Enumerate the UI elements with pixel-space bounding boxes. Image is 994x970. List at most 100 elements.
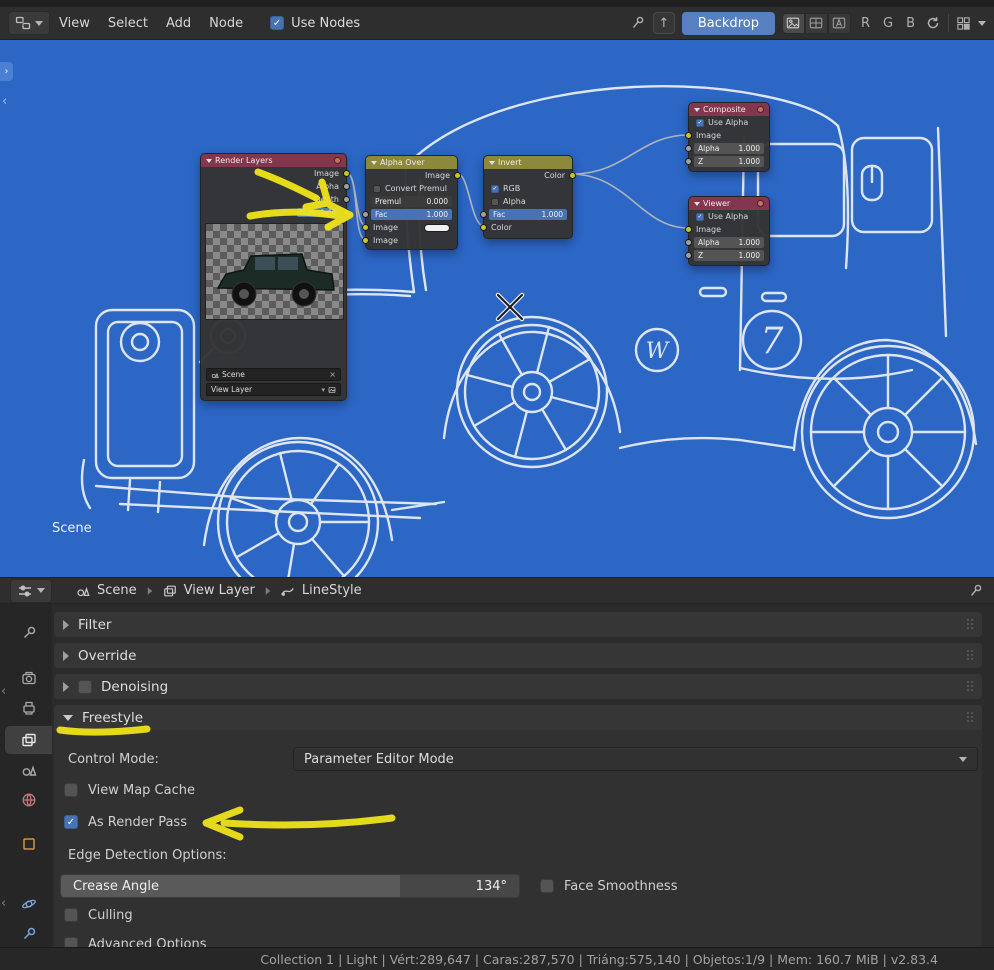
node-header[interactable]: Composite [689, 103, 769, 116]
image-color-alpha-icon[interactable] [805, 13, 828, 34]
z-slider[interactable]: Z 1.000 [689, 155, 769, 168]
fac-slider[interactable]: Fac 1.000 [366, 208, 457, 221]
render-icon[interactable] [334, 157, 341, 164]
toolbar-toggle-tab[interactable]: › [0, 62, 13, 81]
tab-world[interactable] [5, 786, 52, 814]
as-render-pass-row[interactable]: ✓ As Render Pass [64, 812, 187, 832]
region-collapse-arrow[interactable]: ‹ [1, 684, 6, 699]
panel-grip-icon[interactable] [967, 650, 974, 661]
editor-type-dropdown[interactable] [10, 579, 52, 603]
tab-scene[interactable] [5, 756, 52, 784]
close-icon[interactable]: × [329, 370, 336, 379]
socket-z-in[interactable] [685, 158, 692, 165]
panel-freestyle[interactable]: Freestyle [54, 705, 982, 730]
tab-object[interactable] [5, 830, 52, 858]
breadcrumb-scene[interactable]: Scene [76, 583, 137, 598]
socket-alpha-in[interactable] [685, 239, 692, 246]
socket-color-in[interactable] [480, 224, 487, 231]
tab-tool[interactable] [5, 619, 52, 647]
socket-color-out[interactable] [569, 172, 576, 179]
image-alpha-icon[interactable] [828, 13, 851, 34]
backdrop-button[interactable]: Backdrop [682, 12, 775, 35]
tab-physics[interactable] [5, 890, 52, 918]
culling-row[interactable]: Culling [64, 905, 133, 925]
region-collapse-arrow[interactable]: ‹ [1, 896, 6, 911]
menu-node[interactable]: Node [200, 12, 252, 35]
premul-slider[interactable]: Premul 0.000 [366, 195, 457, 208]
socket-image-in[interactable] [362, 224, 369, 231]
compositor-canvas[interactable]: W 7 › [0, 40, 994, 577]
view-map-cache-row[interactable]: View Map Cache [64, 780, 195, 800]
menu-select[interactable]: Select [99, 12, 157, 35]
breadcrumb-view-layer[interactable]: View Layer [163, 583, 255, 598]
editor-type-dropdown[interactable] [8, 11, 50, 35]
face-smoothness-checkbox[interactable] [540, 879, 554, 893]
socket-depth-out[interactable] [343, 196, 350, 203]
pin-icon[interactable] [630, 15, 646, 31]
node-invert[interactable]: Invert Color ✓ RGB Alpha Fac 1.000 [483, 155, 573, 239]
tab-render[interactable] [5, 664, 52, 692]
render-icon[interactable] [757, 106, 764, 113]
node-render-layers[interactable]: Render Layers Image Alpha Depth Freestyl… [200, 153, 347, 401]
tab-constraints[interactable] [5, 920, 52, 948]
panel-grip-icon[interactable] [967, 619, 974, 630]
node-alpha-over[interactable]: Alpha Over Image Convert Premul Premul 0… [365, 155, 458, 250]
node-header[interactable]: Alpha Over [366, 156, 457, 169]
rgb-checkbox[interactable]: ✓ RGB [484, 182, 572, 195]
fac-slider[interactable]: Fac 1.000 [484, 208, 572, 221]
use-nodes-checkbox[interactable]: ✓ Use Nodes [270, 16, 360, 31]
node-viewer[interactable]: Viewer ✓ Use Alpha Image Alpha 1.000 [688, 196, 770, 266]
socket-image-out[interactable] [343, 170, 350, 177]
convert-premul-checkbox[interactable]: Convert Premul [366, 182, 457, 195]
socket-image-in[interactable] [685, 226, 692, 233]
control-mode-dropdown[interactable]: Parameter Editor Mode [293, 747, 978, 771]
socket-fac-in[interactable] [362, 211, 369, 218]
socket-image-in[interactable] [362, 237, 369, 244]
tab-view-layer[interactable] [5, 726, 52, 754]
socket-alpha-out[interactable] [343, 183, 350, 190]
collapse-icon[interactable] [206, 159, 212, 163]
socket-z-in[interactable] [685, 252, 692, 259]
as-render-pass-checkbox[interactable]: ✓ [64, 815, 78, 829]
socket-image-out[interactable] [454, 172, 461, 179]
alpha-slider[interactable]: Alpha 1.000 [689, 236, 769, 249]
crease-angle-slider[interactable]: Crease Angle 134° [60, 874, 520, 898]
z-slider[interactable]: Z 1.000 [689, 249, 769, 262]
culling-checkbox[interactable] [64, 908, 78, 922]
node-header[interactable]: Invert [484, 156, 572, 169]
advanced-options-checkbox[interactable] [64, 937, 78, 947]
view-layer-selector[interactable]: View Layer ▾ [206, 383, 341, 396]
pin-icon[interactable] [968, 583, 984, 599]
tab-output[interactable] [5, 694, 52, 722]
image-color-icon[interactable] [782, 13, 805, 34]
use-alpha-checkbox[interactable]: ✓ Use Alpha [689, 210, 769, 223]
collapse-icon[interactable] [371, 161, 377, 165]
channel-g-button[interactable]: G [880, 14, 896, 33]
scene-selector[interactable]: Scene × [206, 368, 341, 381]
denoising-checkbox[interactable] [78, 680, 92, 694]
panel-override[interactable]: Override [54, 643, 982, 668]
refresh-icon[interactable] [925, 15, 941, 31]
socket-freestyle-out[interactable] [343, 209, 350, 216]
collapse-icon[interactable] [694, 202, 700, 206]
chevron-down-icon[interactable] [978, 21, 986, 26]
socket-alpha-in[interactable] [685, 145, 692, 152]
socket-image-in[interactable] [685, 132, 692, 139]
snap-grid-icon[interactable] [956, 16, 971, 31]
render-icon[interactable] [757, 200, 764, 207]
menu-view[interactable]: View [50, 12, 99, 35]
node-composite[interactable]: Composite ✓ Use Alpha Image Alpha 1.000 [688, 102, 770, 172]
breadcrumb-linestyle[interactable]: LineStyle [281, 583, 362, 598]
node-header[interactable]: Viewer [689, 197, 769, 210]
node-header[interactable]: Render Layers [201, 154, 346, 167]
go-parent-node-button[interactable]: ↑ [653, 12, 675, 34]
panel-grip-icon[interactable] [967, 712, 974, 723]
color-swatch[interactable] [424, 224, 450, 232]
menu-add[interactable]: Add [157, 12, 200, 35]
collapse-icon[interactable] [694, 108, 700, 112]
channel-b-button[interactable]: B [903, 14, 918, 33]
panel-denoising[interactable]: Denoising [54, 674, 982, 699]
view-map-cache-checkbox[interactable] [64, 783, 78, 797]
face-smoothness-row[interactable]: Face Smoothness [540, 876, 677, 896]
channel-r-button[interactable]: R [858, 14, 873, 33]
